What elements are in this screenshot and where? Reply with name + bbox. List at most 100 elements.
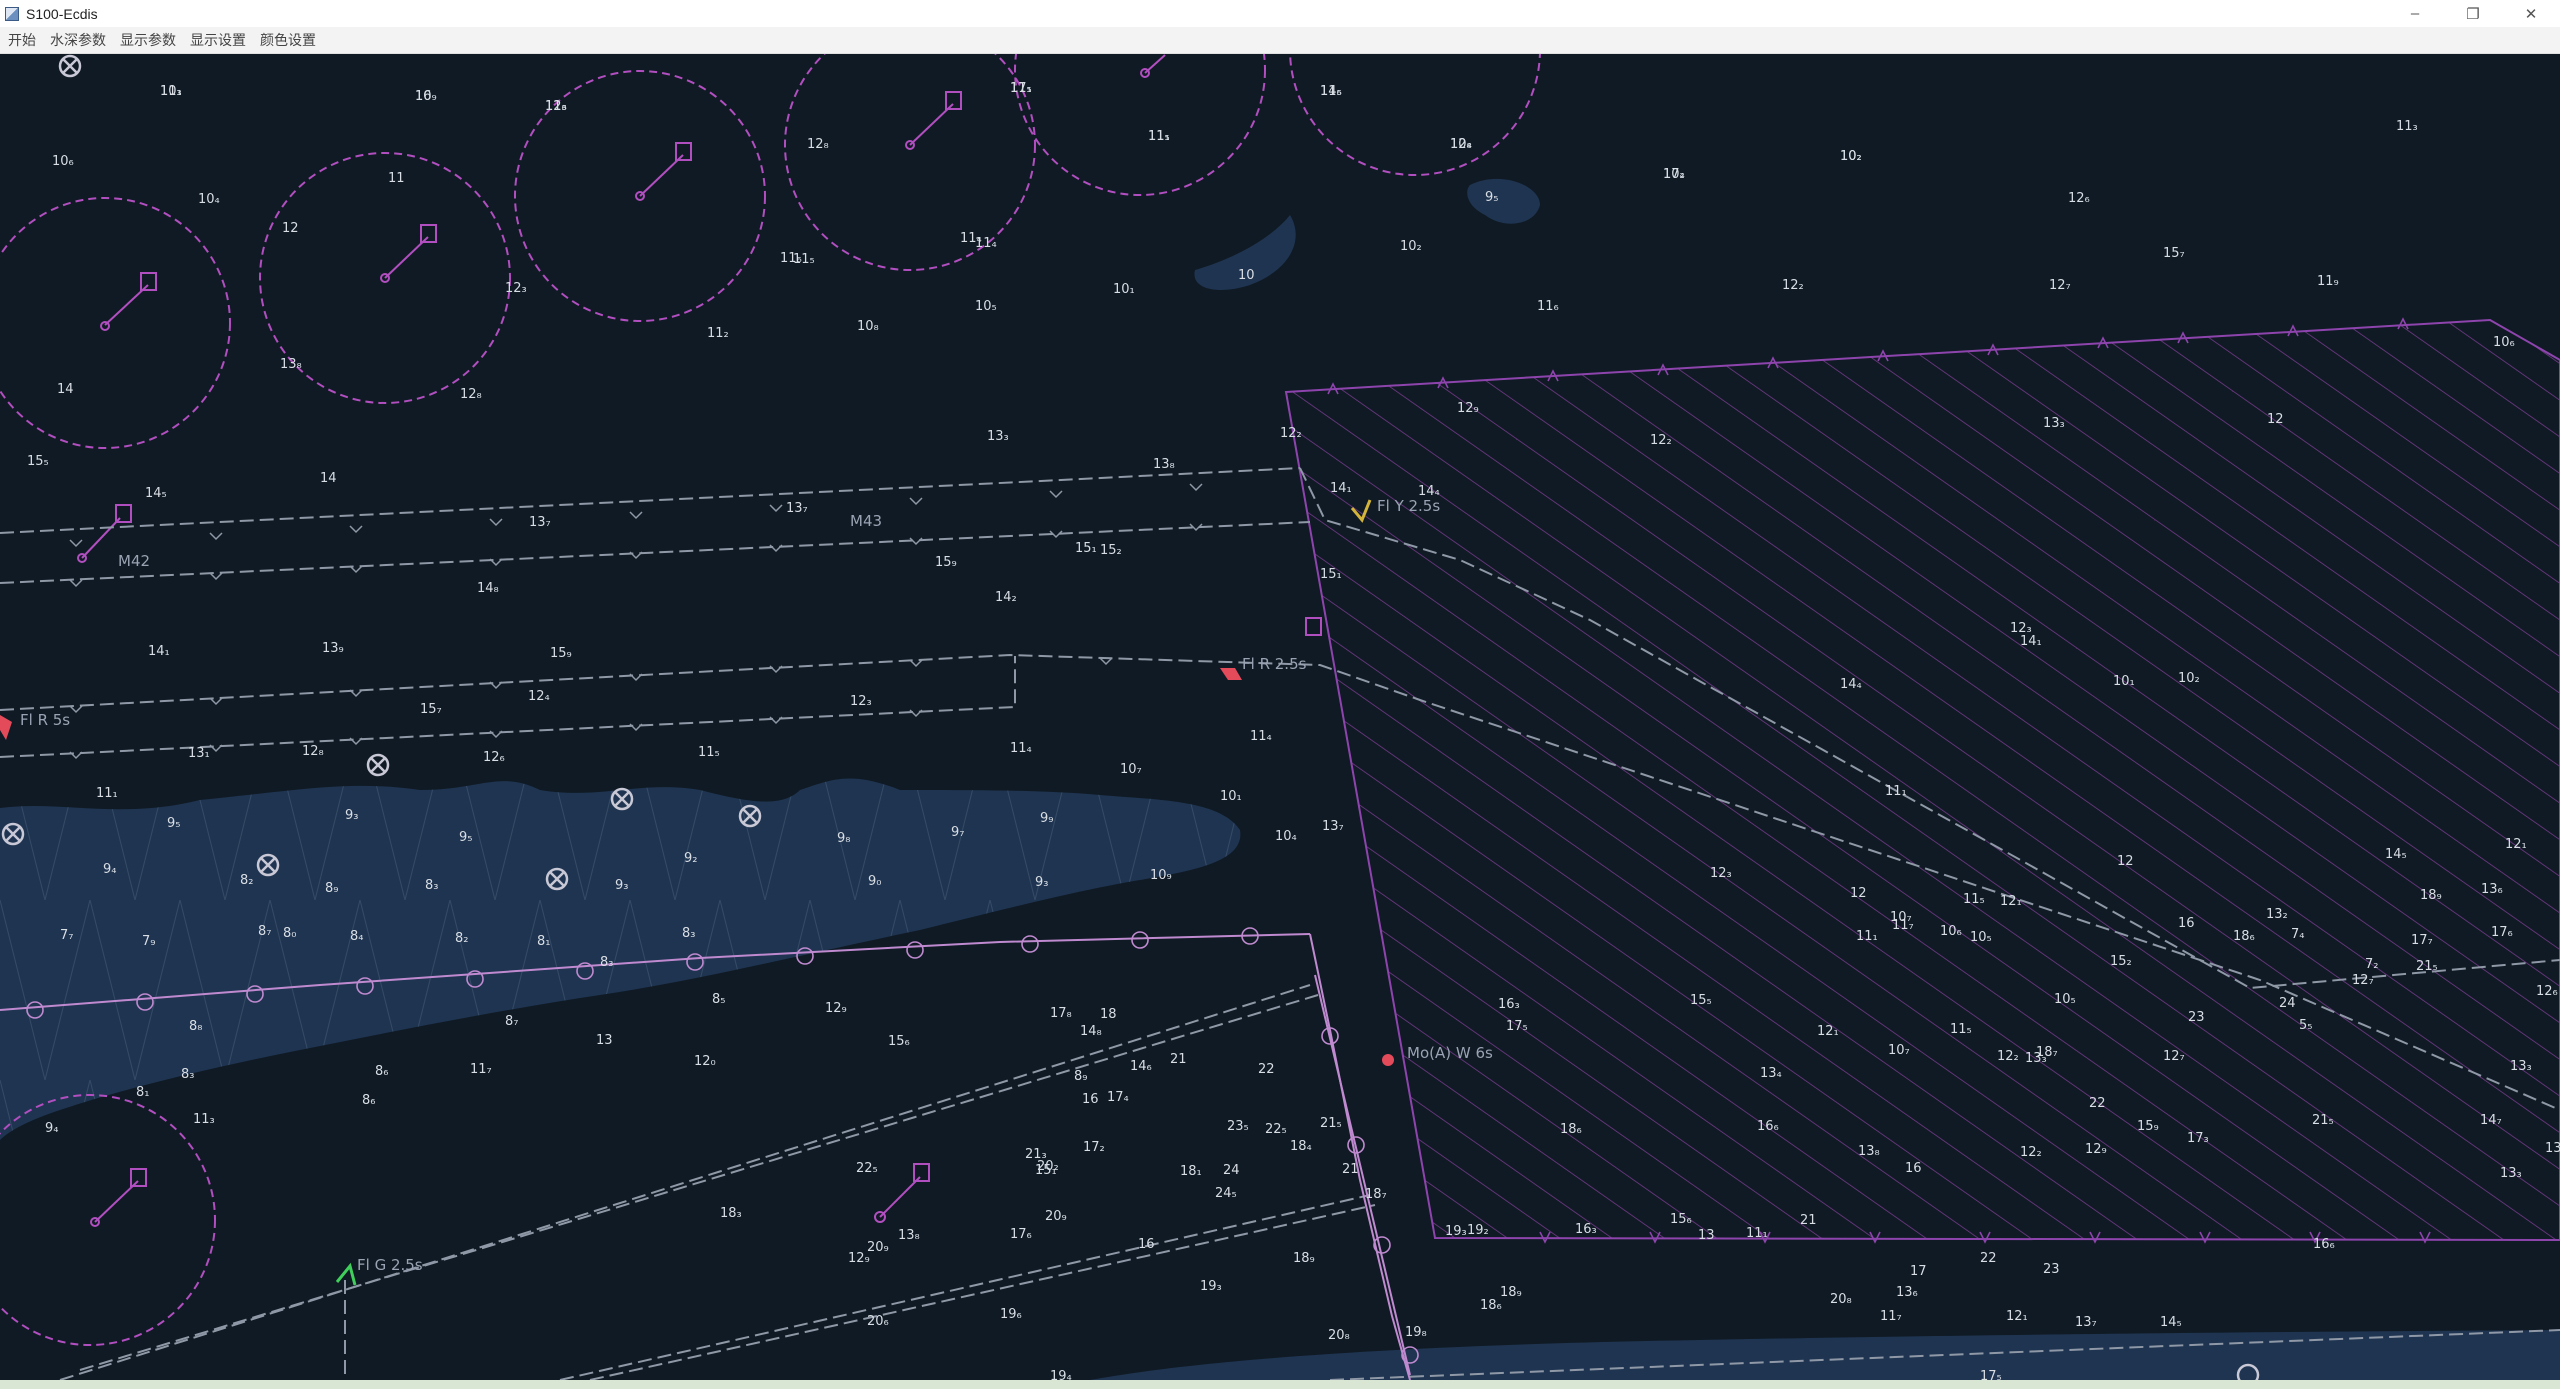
sounding-label: 16₆: [2313, 1237, 2335, 1252]
sounding-label: 16: [1082, 1092, 1099, 1107]
sounding-label: 15₁: [1035, 1163, 1057, 1178]
sounding-label: 15₅: [1690, 993, 1712, 1008]
sounding-label: 10₅: [1970, 930, 1992, 945]
sounding-label: 14₁: [1330, 481, 1352, 496]
sounding-label: 14₈: [1080, 1024, 1102, 1039]
sounding-label: 17₈: [1050, 1006, 1072, 1021]
menu-display-params[interactable]: 显示参数: [112, 30, 182, 50]
sounding-label: 12₂: [1782, 278, 1804, 293]
sounding-label: 16₃: [1575, 1222, 1597, 1237]
restore-icon[interactable]: ❐: [2444, 0, 2502, 27]
sounding-label: 11₃: [193, 1112, 215, 1127]
sounding-label: 13: [596, 1033, 613, 1048]
sounding-label: 13: [1698, 1228, 1715, 1243]
sounding-label: 12₃: [505, 281, 527, 296]
sounding-label: 13₁: [188, 746, 210, 761]
sounding-label: 14₆: [1130, 1059, 1152, 1074]
sounding-label: 15₇: [420, 702, 442, 717]
sounding-label: 8₁: [136, 1085, 149, 1100]
sounding-label: 12₂: [1997, 1049, 2019, 1064]
sounding-label: 10₈: [857, 319, 879, 334]
sounding-label: 11₅: [1148, 129, 1170, 144]
sounding-label: 11₃: [2396, 119, 2418, 134]
sounding-label: 9₉: [1040, 811, 1053, 826]
sounding-label: 8₀: [283, 926, 296, 941]
sounding-label: 15₂: [1100, 543, 1122, 558]
sounding-label: 11₇: [1880, 1309, 1902, 1324]
sounding-label: 13₆: [1896, 1285, 1918, 1300]
buoy-label-m42: M42: [118, 552, 150, 570]
sounding-label: 15₁: [1075, 541, 1097, 556]
sounding-label: 23: [2188, 1010, 2205, 1025]
sounding-label: 11₂: [707, 326, 729, 341]
menu-color-settings[interactable]: 颜色设置: [252, 30, 322, 50]
menu-depth-params[interactable]: 水深参数: [42, 30, 112, 50]
sounding-label: 9₅: [167, 816, 180, 831]
minimize-icon[interactable]: –: [2386, 0, 2444, 27]
sounding-label: 8₈: [189, 1019, 202, 1034]
sounding-label: 20₉: [867, 1240, 889, 1255]
sounding-label: 16: [1138, 1237, 1155, 1252]
sounding-label: 10₆: [2493, 335, 2515, 350]
sounding-label: 18₇: [2036, 1045, 2058, 1060]
menu-bar: 开始 水深参数 显示参数 显示设置 颜色设置: [0, 27, 2560, 54]
sounding-label: 20₉: [1045, 1209, 1067, 1224]
sounding-label: 17₂: [1083, 1140, 1105, 1155]
chart-view[interactable]: Fl Y 2.5s Fl R 2.5s Fl R 5s Mo(A) W 6s F…: [0, 54, 2560, 1380]
sounding-label: 19₂: [1467, 1223, 1489, 1238]
sounding-label: 18₇: [1365, 1187, 1387, 1202]
sounding-label: 10₁: [1113, 282, 1135, 297]
sounding-label: 9₀: [868, 874, 881, 889]
sounding-label: 9₅: [459, 830, 472, 845]
sounding-label: 18₆: [2233, 929, 2255, 944]
light-label-fl-y: Fl Y 2.5s: [1377, 497, 1440, 515]
sounding-label: 16: [1905, 1161, 1922, 1176]
sounding-label: 11₁: [96, 786, 118, 801]
menu-display-settings[interactable]: 显示设置: [182, 30, 252, 50]
sounding-label: 15₁: [1320, 567, 1342, 582]
sounding-label: 22: [1980, 1251, 1997, 1266]
light-mo-a-icon: [1382, 1054, 1394, 1066]
close-icon[interactable]: ✕: [2502, 0, 2560, 27]
sounding-label: 21₃: [1025, 1147, 1047, 1162]
sounding-label: 14₅: [2160, 1315, 2182, 1330]
sounding-label: 21₅: [1320, 1116, 1342, 1131]
sounding-label: 10₁: [1220, 789, 1242, 804]
sounding-label: 17₄: [1663, 167, 1685, 182]
sounding-label: 20₈: [1830, 1292, 1852, 1307]
sounding-label: 8₁: [537, 934, 550, 949]
sounding-label: 12₉: [2085, 1142, 2107, 1157]
sounding-label: 13₈: [1153, 457, 1175, 472]
sounding-label: 13₉: [322, 641, 344, 656]
sounding-label: 13₃: [2510, 1059, 2532, 1074]
sounding-label: 15₉: [550, 646, 572, 661]
sounding-label: 15₅: [27, 454, 49, 469]
sounding-label: 11₉: [2317, 274, 2339, 289]
restricted-area[interactable]: [1284, 318, 2560, 1242]
light-label-fl-g: Fl G 2.5s: [357, 1256, 423, 1274]
chart-canvas[interactable]: Fl Y 2.5s Fl R 2.5s Fl R 5s Mo(A) W 6s F…: [0, 54, 2560, 1380]
sounding-label: 10₆: [52, 154, 74, 169]
sounding-label: 18₆: [1480, 1298, 1502, 1313]
sounding-label: 17₅: [1506, 1019, 1528, 1034]
sounding-label: 10₉: [1150, 868, 1172, 883]
sounding-label: 10₅: [2054, 992, 2076, 1007]
sounding-label: 10₆: [1940, 924, 1962, 939]
sounding-label: 11₄: [1010, 741, 1032, 756]
sounding-label: 18₉: [1500, 1285, 1522, 1300]
sounding-label: 10₅: [975, 299, 997, 314]
sounding-label: 19₈: [1405, 1325, 1427, 1340]
sounding-label: 14₂: [995, 590, 1017, 605]
sounding-label: 11₆: [1537, 299, 1559, 314]
sounding-label: 9₇: [951, 825, 964, 840]
sounding-label: 21: [1342, 1162, 1359, 1177]
menu-start[interactable]: 开始: [0, 30, 42, 50]
sounding-label: 15₉: [2137, 1119, 2159, 1134]
sounding-label: 14₈: [477, 581, 499, 596]
sounding-label: 18₉: [2420, 888, 2442, 903]
sounding-label: 12: [2117, 854, 2134, 869]
sounding-label: 10₇: [1120, 762, 1142, 777]
sounding-label: 12₄: [528, 689, 550, 704]
sounding-label: 11₁: [1885, 784, 1907, 799]
sounding-label: 16: [2178, 916, 2195, 931]
